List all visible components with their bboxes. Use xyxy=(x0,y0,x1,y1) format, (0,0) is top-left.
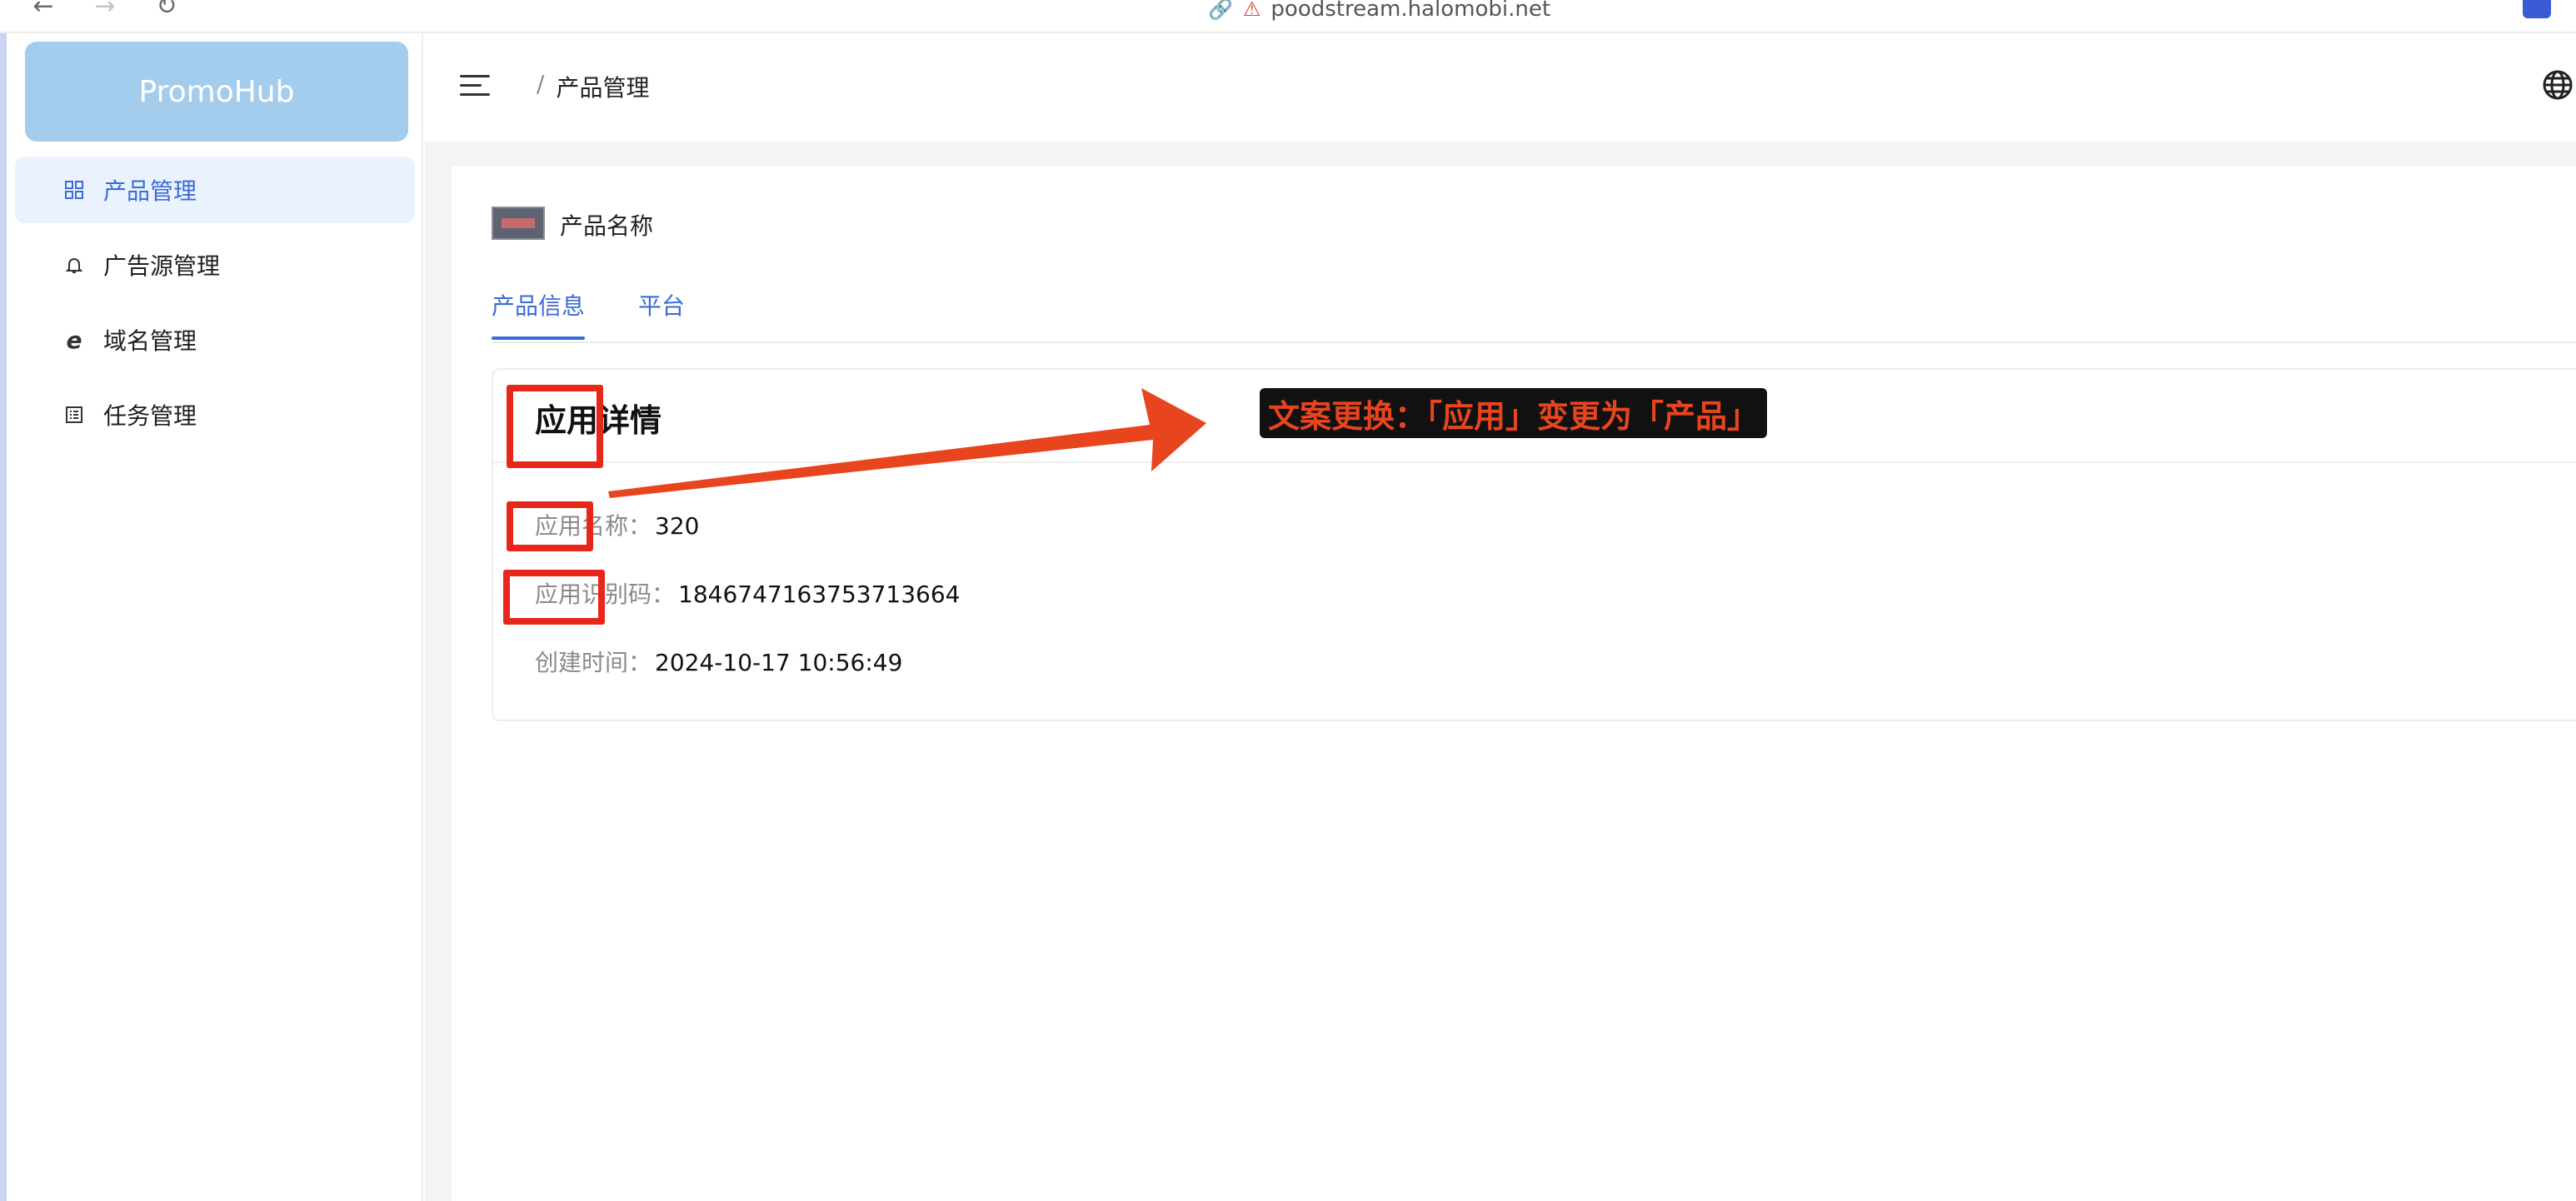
field-value: 320 xyxy=(655,512,700,540)
breadcrumb-current: 产品管理 xyxy=(556,74,650,102)
address-bar[interactable]: 🔗 ⚠ poodstream.halomobi.net xyxy=(1208,0,1550,22)
sidebar-item-label: 任务管理 xyxy=(103,402,197,430)
field-value: 2024-10-17 10:56:49 xyxy=(655,649,903,676)
sidebar-item-domains[interactable]: e 域名管理 xyxy=(15,306,415,373)
extension-icon[interactable] xyxy=(2523,0,2551,18)
globe-icon[interactable] xyxy=(2541,68,2574,110)
menu-fold-icon[interactable] xyxy=(460,73,490,98)
tab-bar: 产品信息 平台 xyxy=(492,283,2576,343)
tab-platform[interactable]: 平台 xyxy=(638,288,685,321)
grid-icon xyxy=(63,179,85,201)
browser-toolbar: ← → ↻ 🔗 ⚠ poodstream.halomobi.net xyxy=(0,0,2576,33)
sidebar-item-label: 域名管理 xyxy=(103,327,197,355)
top-header: / 产品管理 xyxy=(425,33,2576,142)
screen: ← → ↻ 🔗 ⚠ poodstream.halomobi.net PromoH… xyxy=(0,0,2576,1201)
app-logo[interactable]: PromoHub xyxy=(25,42,408,142)
product-thumbnail xyxy=(492,207,545,240)
sidebar-item-ad-sources[interactable]: 广告源管理 xyxy=(15,232,415,298)
sidebar-item-tasks[interactable]: 任务管理 xyxy=(15,381,415,448)
sidebar: PromoHub 产品管理 广告源管理 e 域名管理 任务管理 xyxy=(7,33,423,1201)
sidebar-item-products[interactable]: 产品管理 xyxy=(15,157,415,223)
link-icon: 🔗 xyxy=(1208,0,1233,21)
sidebar-item-label: 广告源管理 xyxy=(103,252,221,280)
insecure-icon: ⚠ xyxy=(1242,0,1261,21)
tab-product-info[interactable]: 产品信息 xyxy=(492,288,586,340)
breadcrumb-separator: / xyxy=(537,70,545,97)
arrow-right-icon[interactable]: → xyxy=(88,0,122,20)
bell-icon xyxy=(63,254,85,276)
annotation-label: 文案更换：「应用」变更为「产品」 xyxy=(1260,388,1768,438)
field-value: 1846747163753713664 xyxy=(678,581,961,608)
field-created-time: 创建时间： 2024-10-17 10:56:49 xyxy=(535,645,902,678)
url-text: poodstream.halomobi.net xyxy=(1271,0,1551,22)
product-name: 产品名称 xyxy=(560,212,654,240)
window-edge xyxy=(0,33,7,1201)
breadcrumb: / 产品管理 xyxy=(537,70,649,103)
arrow-left-icon[interactable]: ← xyxy=(27,0,60,20)
annotation-box-name xyxy=(507,501,593,551)
annotation-box-title xyxy=(507,385,603,468)
sidebar-item-label: 产品管理 xyxy=(103,177,197,205)
field-label: 创建时间： xyxy=(535,649,652,676)
annotation-box-id xyxy=(503,570,605,625)
list-icon xyxy=(63,404,85,426)
browser-e-icon: e xyxy=(66,326,82,354)
reload-icon[interactable]: ↻ xyxy=(150,0,183,20)
